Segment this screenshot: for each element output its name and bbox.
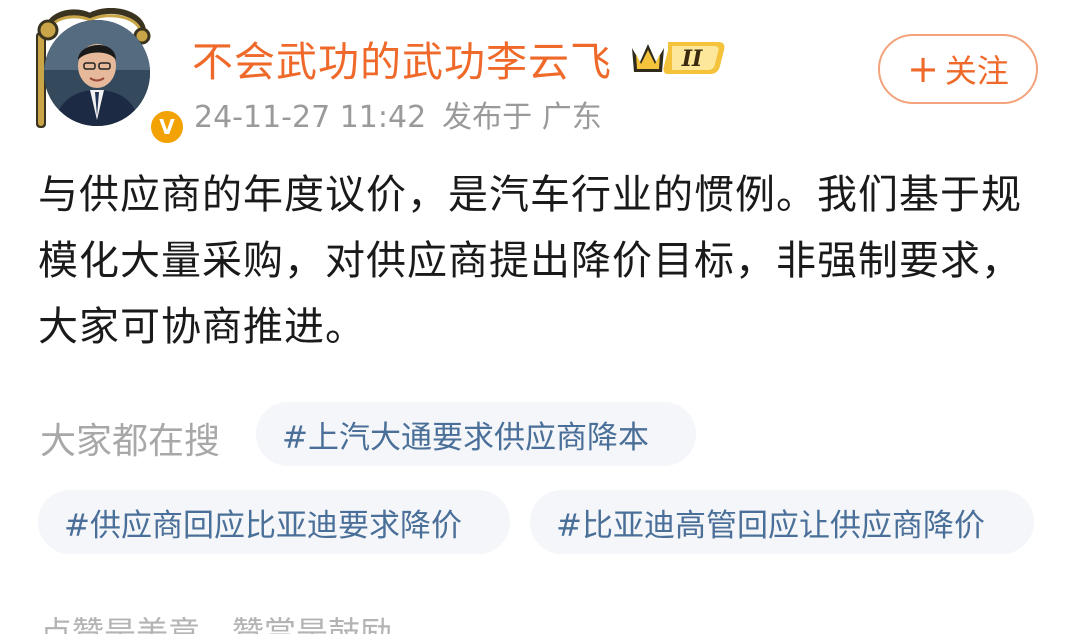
username-row: 不会武功的武功李云飞 II bbox=[192, 30, 728, 86]
verified-mark: V bbox=[159, 115, 175, 139]
crown-level-badge-icon[interactable]: II bbox=[626, 36, 728, 80]
avatar-area[interactable]: V bbox=[30, 8, 186, 146]
avatar bbox=[44, 20, 150, 126]
hot-search-tag[interactable]: #上汽大通要求供应商降本 bbox=[256, 402, 696, 466]
person-photo-icon bbox=[44, 20, 150, 126]
weibo-post: V 不会武功的武功李云飞 II 24-11-27 11:42 发布于 广东 + 关… bbox=[0, 0, 1080, 634]
hot-search-tag[interactable]: #供应商回应比亚迪要求降价 bbox=[38, 490, 510, 554]
hot-search-tag[interactable]: #比亚迪高管回应让供应商降价 bbox=[530, 490, 1034, 554]
post-text: 与供应商的年度议价，是汽车行业的惯例。我们基于规模化大量采购，对供应商提出降价目… bbox=[38, 172, 1022, 350]
verified-badge: V bbox=[148, 108, 186, 146]
level-badge-text: II bbox=[681, 46, 703, 72]
reward-prompt: 点赞是美意，赞赏是鼓励 bbox=[40, 614, 393, 634]
follow-button[interactable]: + 关注 bbox=[878, 34, 1038, 104]
follow-label: 关注 bbox=[944, 52, 1009, 90]
username[interactable]: 不会武功的武功李云飞 bbox=[192, 28, 612, 88]
hot-search-label: 大家都在搜 bbox=[40, 421, 221, 462]
plus-icon: + bbox=[907, 47, 939, 91]
post-meta: 24-11-27 11:42 发布于 广东 bbox=[194, 92, 602, 136]
post-timestamp: 24-11-27 11:42 bbox=[194, 100, 427, 135]
post-source: 发布于 广东 bbox=[442, 100, 602, 135]
